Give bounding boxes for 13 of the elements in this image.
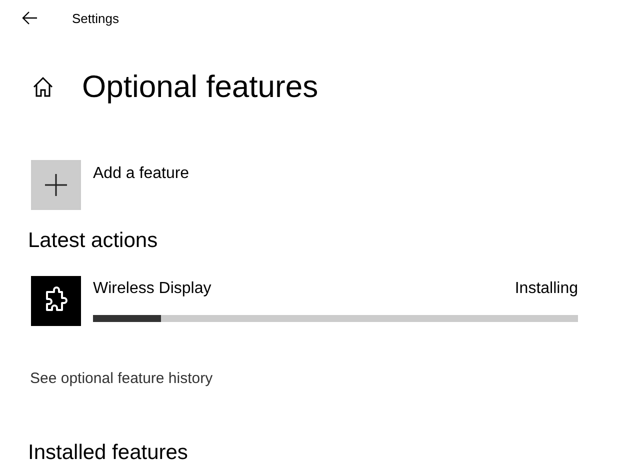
page-title: Optional features: [82, 69, 318, 105]
add-button[interactable]: [31, 160, 81, 210]
feature-name: Wireless Display: [93, 280, 212, 298]
section-heading: Latest actions: [28, 229, 159, 253]
puzzle-icon: [31, 276, 81, 326]
history-link[interactable]: See optional feature history: [30, 370, 213, 387]
feature-status: Installing: [514, 280, 578, 298]
back-icon[interactable]: [22, 11, 38, 25]
section-heading: Installed features: [28, 441, 189, 463]
plus-icon: [45, 174, 67, 196]
add-feature-label[interactable]: Add a feature: [93, 165, 190, 183]
home-icon[interactable]: [32, 76, 54, 98]
window-title: Settings: [72, 10, 119, 26]
